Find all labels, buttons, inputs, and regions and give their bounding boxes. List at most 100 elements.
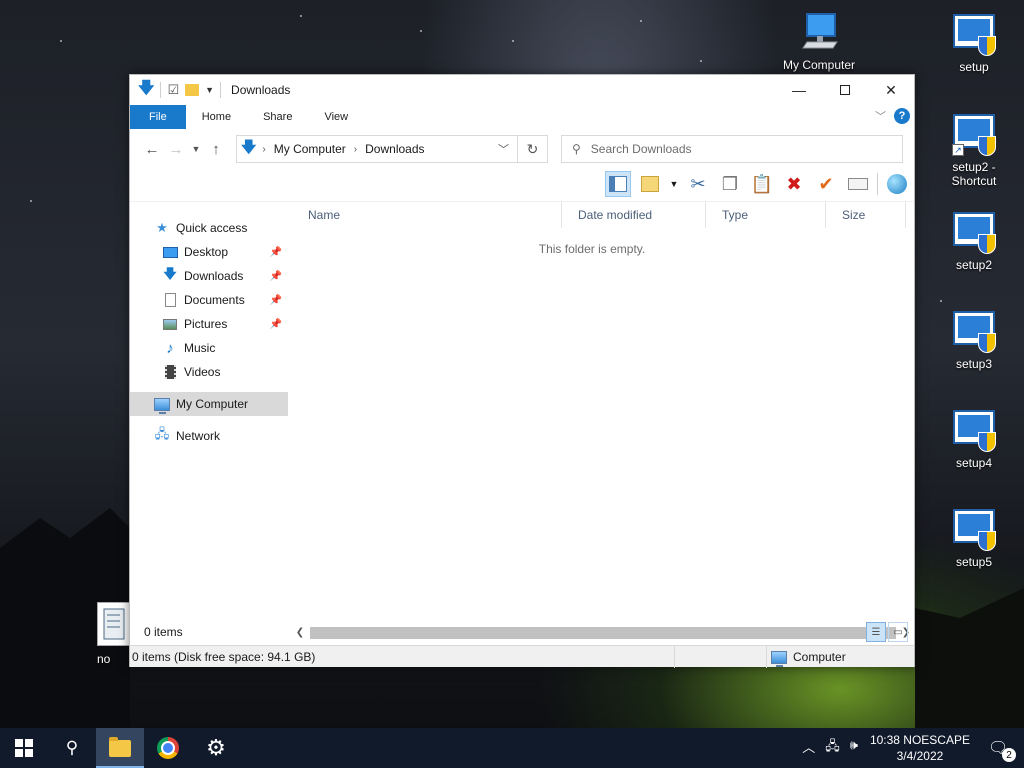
nav-item-music[interactable]: ♪ Music	[130, 336, 288, 360]
nav-item-network[interactable]: 🖧 Network	[130, 424, 288, 448]
desktop-icon-setup3[interactable]: setup3	[934, 309, 1014, 371]
nav-item-label: Desktop	[184, 245, 229, 259]
pin-icon[interactable]: 📌	[270, 247, 282, 258]
close-icon: ✕	[885, 81, 897, 98]
help-icon[interactable]: ?	[894, 108, 910, 124]
chevron-up-icon[interactable]: ︿	[802, 737, 815, 759]
item-count: 0 items	[144, 625, 183, 639]
desktop-icon-label: setup	[959, 60, 989, 74]
desktop-icon-setup2-shortcut[interactable]: ↗ setup2 - Shortcut	[934, 112, 1014, 188]
title-bar[interactable]: 🡇 ☑ ▼ Downloads — ✕	[130, 75, 914, 105]
navigation-pane[interactable]: ★ Quick access Desktop 📌 🡇 Downloads 📌 D…	[130, 202, 288, 645]
details-view-icon: ☰	[871, 626, 881, 638]
copy-button[interactable]: ❐	[717, 171, 743, 197]
nav-quick-access[interactable]: ★ Quick access	[130, 216, 288, 240]
refresh-button[interactable]: ↻	[518, 135, 548, 163]
address-bar[interactable]: 🡇 › My Computer › Downloads ﹀	[236, 135, 518, 163]
properties-checkbox-icon[interactable]: ☑	[167, 82, 179, 98]
nav-item-desktop[interactable]: Desktop 📌	[130, 240, 288, 264]
nav-item-label: Videos	[184, 365, 221, 379]
taskbar-file-explorer[interactable]	[96, 728, 144, 768]
breadcrumb-downloads[interactable]: Downloads	[365, 142, 424, 156]
arrow-up-icon: ↑	[212, 140, 220, 158]
network-icon: 🖧	[154, 426, 170, 441]
column-header-size[interactable]: Size	[826, 202, 906, 228]
window-title: Downloads	[231, 83, 291, 97]
uac-shield-icon	[978, 531, 996, 551]
large-icons-view-button[interactable]: ▭	[888, 622, 908, 642]
ribbon-right: ﹀ ?	[875, 108, 910, 124]
desktop-icon-setup4[interactable]: setup4	[934, 408, 1014, 470]
maximize-button[interactable]	[822, 75, 868, 105]
speaker-icon[interactable]: 🕪	[850, 737, 858, 759]
back-button[interactable]: ←	[140, 137, 164, 161]
search-placeholder: Search Downloads	[590, 142, 692, 156]
tab-home[interactable]: Home	[186, 105, 247, 129]
cut-button[interactable]: ✂	[685, 171, 711, 197]
desktop-icon-setup[interactable]: setup	[934, 12, 1014, 74]
preview-pane-button[interactable]	[605, 171, 631, 197]
file-list-view[interactable]: Name Date modified Type Size This folder…	[292, 202, 914, 645]
tab-view[interactable]: View	[308, 105, 364, 129]
forward-button[interactable]: →	[164, 137, 188, 161]
nav-item-documents[interactable]: Documents 📌	[130, 288, 288, 312]
taskbar-chrome[interactable]	[144, 728, 192, 768]
column-header-date-modified[interactable]: Date modified	[562, 202, 706, 228]
search-button[interactable]: ⚲	[48, 728, 96, 768]
new-folder-icon[interactable]	[185, 84, 200, 96]
taskbar: ⚲ ⚙ ︿ 🖧 🕪 10:38 NOESCAPE 3/4/2022 🗨 2	[0, 728, 1024, 768]
minimize-button[interactable]: —	[776, 75, 822, 105]
rename-button[interactable]: ✔	[813, 171, 839, 197]
taskbar-settings[interactable]: ⚙	[192, 728, 240, 768]
paste-button[interactable]: 📋	[749, 171, 775, 197]
desktop-icon-scroll-document[interactable]	[97, 602, 131, 646]
up-button[interactable]: ↑	[204, 137, 228, 161]
breadcrumb-my-computer[interactable]: My Computer	[274, 142, 346, 156]
breadcrumb-chevron-icon[interactable]: ›	[354, 144, 357, 155]
ribbon-tabs: File Home Share View ﹀ ?	[130, 105, 914, 129]
breadcrumb-chevron-icon[interactable]: ›	[262, 144, 265, 155]
search-icon: ⚲	[65, 738, 79, 757]
desktop-icon-setup5[interactable]: setup5	[934, 507, 1014, 569]
gear-icon: ⚙	[206, 735, 226, 760]
start-button[interactable]	[0, 728, 48, 768]
search-icon: ⚲	[572, 142, 581, 156]
clock[interactable]: 10:38 NOESCAPE 3/4/2022	[870, 732, 970, 764]
shortcut-arrow-icon: ↗	[952, 144, 964, 156]
pin-icon[interactable]: 📌	[270, 319, 282, 330]
column-header-name[interactable]: Name	[292, 202, 562, 228]
network-tray-icon[interactable]: 🖧	[825, 737, 840, 759]
properties-button[interactable]	[845, 171, 871, 197]
nav-item-downloads[interactable]: 🡇 Downloads 📌	[130, 264, 288, 288]
pin-icon[interactable]: 📌	[270, 295, 282, 306]
address-history-dropdown-icon[interactable]: ﹀	[498, 141, 509, 157]
installer-icon	[952, 12, 996, 56]
nav-item-pictures[interactable]: Pictures 📌	[130, 312, 288, 336]
nav-item-videos[interactable]: Videos	[130, 360, 288, 384]
pin-icon[interactable]: 📌	[270, 271, 282, 282]
tab-file[interactable]: File	[130, 105, 186, 129]
window-controls: — ✕	[776, 75, 914, 105]
desktop-icon-my-computer[interactable]: My Computer	[779, 10, 859, 72]
download-arrow-icon: 🡇	[138, 79, 155, 97]
star-icon: ★	[156, 220, 168, 235]
column-header-type[interactable]: Type	[706, 202, 826, 228]
action-center-button[interactable]: 🗨 2	[988, 738, 1016, 762]
search-input[interactable]: ⚲ Search Downloads	[561, 135, 903, 163]
internet-button[interactable]	[884, 171, 910, 197]
customize-qat-dropdown-icon[interactable]: ▼	[205, 85, 214, 95]
clock-time: 10:38 NOESCAPE	[869, 733, 970, 747]
details-view-button[interactable]: ☰	[866, 622, 886, 642]
location-label: Computer	[793, 650, 846, 664]
new-item-dropdown[interactable]: ▼	[669, 171, 679, 197]
recent-locations-button[interactable]: ▼	[188, 137, 204, 161]
explorer-window[interactable]: 🡇 ☑ ▼ Downloads — ✕ File Home Share View…	[129, 74, 915, 668]
copy-icon: ❐	[721, 173, 739, 194]
expand-ribbon-chevron-icon[interactable]: ﹀	[875, 108, 886, 124]
close-button[interactable]: ✕	[868, 75, 914, 105]
desktop-icon-setup2[interactable]: setup2	[934, 210, 1014, 272]
tab-share[interactable]: Share	[247, 105, 308, 129]
delete-button[interactable]: ✖	[781, 171, 807, 197]
nav-item-my-computer[interactable]: My Computer	[130, 392, 288, 416]
new-item-button[interactable]	[637, 171, 663, 197]
